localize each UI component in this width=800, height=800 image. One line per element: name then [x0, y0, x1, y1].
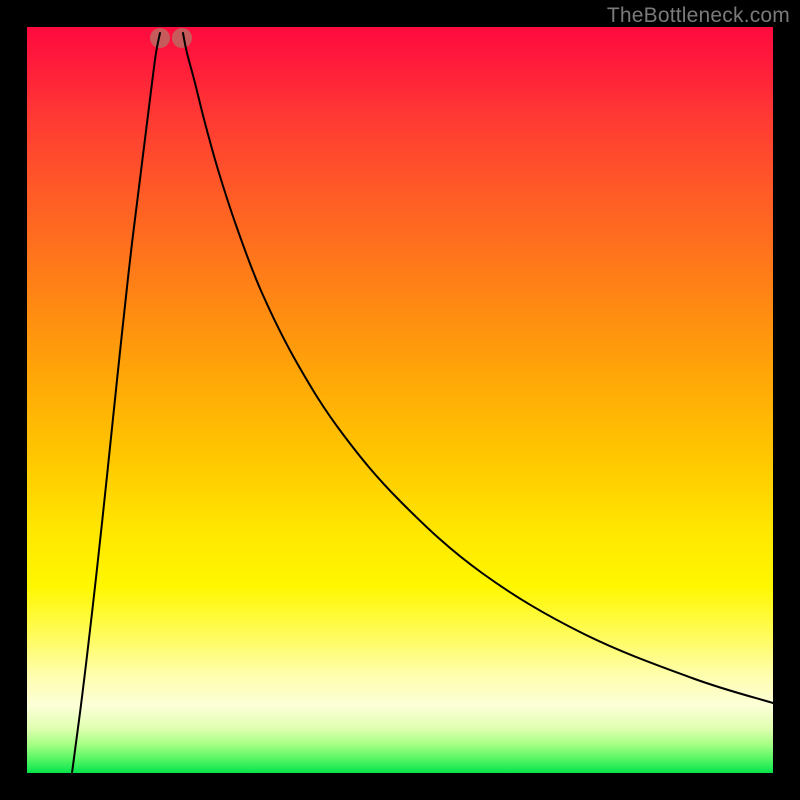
chart-frame [27, 27, 773, 773]
curve-left-branch [72, 33, 160, 773]
curve-right-branch [183, 33, 773, 703]
watermark-text: TheBottleneck.com [607, 4, 790, 28]
chart-curve-svg [27, 27, 773, 773]
